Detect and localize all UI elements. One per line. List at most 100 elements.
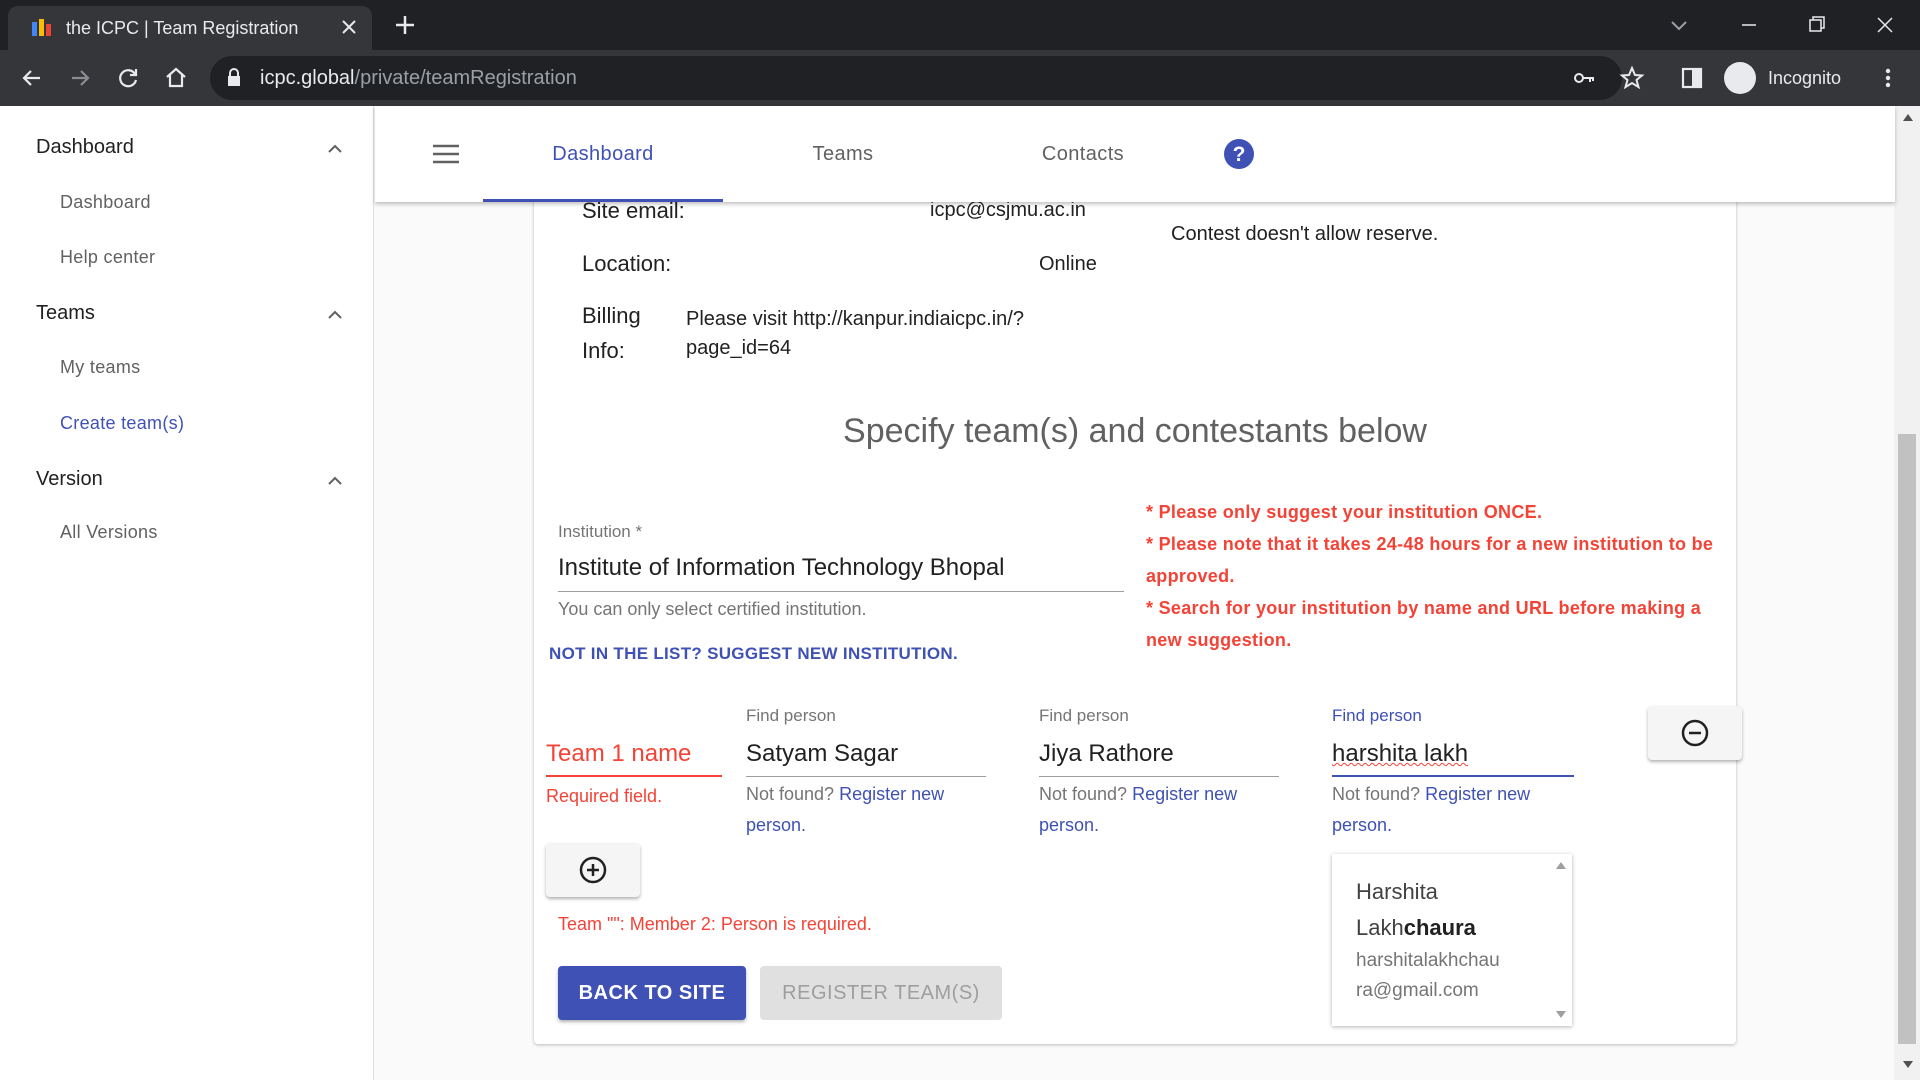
tab-teams[interactable]: Teams (723, 106, 963, 202)
member-1-hint: Not found? Register new person. (746, 779, 986, 841)
top-navigation: Dashboard Teams Contacts ? (375, 106, 1895, 202)
sidebar: Dashboard Dashboard Help center Teams My… (0, 106, 374, 1080)
sidebar-item-dashboard[interactable]: Dashboard (60, 192, 151, 213)
new-tab-icon[interactable] (392, 12, 418, 38)
registration-card: Site email: icpc@csjmu.ac.in Location: O… (534, 106, 1742, 1044)
register-person-link[interactable]: Register new (1425, 784, 1530, 804)
incognito-label: Incognito (1768, 68, 1842, 88)
location-label: Location: (582, 251, 672, 276)
tab-dashboard[interactable]: Dashboard (483, 106, 723, 202)
hamburger-menu-icon[interactable] (431, 142, 461, 166)
find-person-label: Find person (1332, 706, 1422, 725)
more-menu-icon[interactable] (1874, 64, 1902, 92)
home-icon[interactable] (162, 64, 190, 92)
billing-label-line1: Billing (582, 303, 641, 328)
find-person-label: Find person (746, 706, 836, 725)
institution-input[interactable]: Institute of Information Technology Bhop… (558, 554, 1005, 582)
scroll-up-arrow-icon[interactable] (1902, 112, 1914, 122)
team-name-input[interactable]: Team 1 name (546, 740, 691, 768)
scroll-down-arrow-icon[interactable] (1902, 1060, 1914, 1070)
suggestion-name-line2: Lakhchaura (1356, 910, 1524, 946)
not-found-text: Not found? (1332, 784, 1421, 804)
section-heading: Specify team(s) and contestants below (843, 412, 1427, 450)
team-name-error: Required field. (546, 786, 663, 806)
register-person-link-cont[interactable]: person. (746, 815, 806, 835)
browser-tabstrip: the ICPC | Team Registration (0, 0, 1920, 50)
find-person-label: Find person (1039, 706, 1129, 725)
scrollbar-thumb[interactable] (1898, 434, 1916, 1044)
suggestion-name-line1: Harshita (1356, 879, 1438, 904)
close-window-icon[interactable] (1870, 10, 1900, 40)
register-person-link[interactable]: Register new (839, 784, 944, 804)
member-3-input[interactable]: harshita lakh (1332, 740, 1468, 768)
warning-2-cont: approved. (1146, 566, 1235, 586)
bookmark-star-icon[interactable] (1618, 64, 1646, 92)
side-panel-icon[interactable] (1678, 64, 1706, 92)
institution-hint: You can only select certified institutio… (558, 599, 867, 619)
sidebar-item-help-center[interactable]: Help center (60, 247, 155, 268)
tab-search-icon[interactable] (1664, 10, 1694, 40)
suggestion-email-line1: harshitalakhchau (1356, 950, 1500, 971)
address-bar[interactable]: icpc.global/private/teamRegistration (210, 56, 1622, 100)
sidebar-item-my-teams[interactable]: My teams (60, 357, 140, 378)
minimize-icon[interactable] (1734, 10, 1764, 40)
member-1-underline (746, 776, 986, 777)
chevron-up-icon[interactable] (324, 470, 346, 492)
remove-team-button[interactable] (1648, 706, 1742, 760)
member-2-hint: Not found? Register new person. (1039, 779, 1279, 841)
plus-circle-icon (579, 856, 607, 884)
suggestion-name-match: Lakh (1356, 915, 1404, 940)
scroll-down-arrow-icon[interactable] (1555, 1010, 1567, 1020)
key-icon[interactable] (1572, 66, 1596, 90)
warning-2: * Please note that it takes 24-48 hours … (1146, 534, 1714, 554)
member-1-input[interactable]: Satyam Sagar (746, 740, 898, 768)
back-icon[interactable] (18, 64, 46, 92)
tab-contacts[interactable]: Contacts (963, 106, 1203, 202)
sidebar-section-dashboard[interactable]: Dashboard (36, 136, 134, 159)
register-teams-button[interactable]: REGISTER TEAM(S) (760, 966, 1002, 1020)
help-icon[interactable]: ? (1223, 138, 1255, 170)
page: Dashboard Dashboard Help center Teams My… (0, 106, 1920, 1080)
suggest-institution-link[interactable]: NOT IN THE LIST? SUGGEST NEW INSTITUTION… (549, 644, 958, 664)
sidebar-section-version[interactable]: Version (36, 468, 103, 491)
forward-icon[interactable] (66, 64, 94, 92)
lock-icon[interactable] (226, 68, 242, 88)
suggestion-item[interactable]: Harshita Lakhchaura harshitalakhchau ra@… (1332, 854, 1548, 1026)
location-value: Online (1039, 253, 1097, 275)
member-2-input[interactable]: Jiya Rathore (1039, 740, 1174, 768)
dropdown-scrollbar[interactable] (1550, 854, 1572, 1026)
add-team-button[interactable] (546, 843, 640, 897)
warning-3: * Search for your institution by name an… (1146, 598, 1702, 618)
chevron-up-icon[interactable] (324, 138, 346, 160)
reserve-note: Contest doesn't allow reserve. (1171, 223, 1439, 245)
sidebar-section-teams[interactable]: Teams (36, 302, 95, 325)
warning-1: * Please only suggest your institution O… (1146, 502, 1543, 522)
member-2-underline (1039, 776, 1279, 777)
chevron-up-icon[interactable] (324, 304, 346, 326)
sidebar-item-create-teams[interactable]: Create team(s) (60, 413, 184, 434)
browser-tab[interactable]: the ICPC | Team Registration (8, 6, 372, 50)
page-scrollbar[interactable] (1894, 106, 1920, 1080)
billing-label-line2: Info: (582, 338, 625, 363)
url-host: icpc.global (260, 67, 355, 89)
reload-icon[interactable] (114, 64, 142, 92)
scroll-up-arrow-icon[interactable] (1555, 860, 1567, 870)
member-3-underline (1332, 775, 1574, 777)
back-to-site-button[interactable]: BACK TO SITE (558, 966, 746, 1020)
not-found-text: Not found? (746, 784, 835, 804)
member-3-hint: Not found? Register new person. (1332, 779, 1572, 841)
not-found-text: Not found? (1039, 784, 1128, 804)
incognito-profile-button[interactable]: Incognito (1720, 56, 1858, 100)
close-tab-icon[interactable] (338, 16, 360, 38)
register-person-link-cont[interactable]: person. (1039, 815, 1099, 835)
site-email-value: icpc@csjmu.ac.in (930, 199, 1086, 221)
institution-underline (558, 591, 1124, 592)
url-text: icpc.global/private/teamRegistration (260, 56, 577, 100)
register-person-link[interactable]: Register new (1132, 784, 1237, 804)
incognito-icon (1724, 62, 1756, 94)
warning-3-cont: new suggestion. (1146, 630, 1292, 650)
register-person-link-cont[interactable]: person. (1332, 815, 1392, 835)
sidebar-item-all-versions[interactable]: All Versions (60, 522, 158, 543)
restore-icon[interactable] (1802, 10, 1832, 40)
billing-value-line2: page_id=64 (686, 337, 792, 359)
